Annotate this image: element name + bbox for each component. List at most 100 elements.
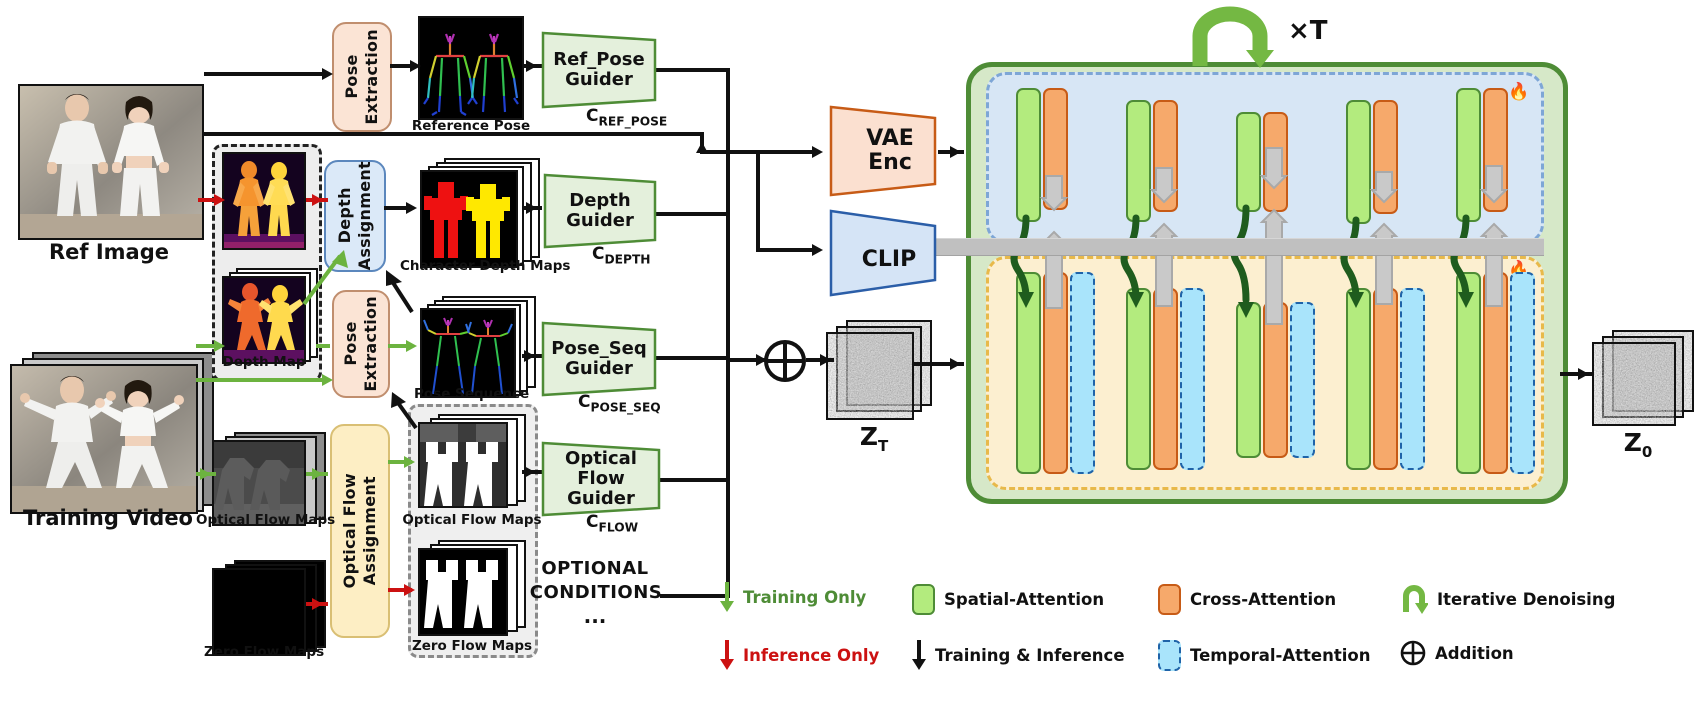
spatial-attention-block[interactable] bbox=[1236, 302, 1261, 458]
spatial-attention-block[interactable] bbox=[1456, 272, 1481, 474]
optical-flow-maps-assigned-caption: Optical Flow Maps bbox=[402, 512, 542, 528]
pose-seq-guider-line2: Guider bbox=[565, 358, 633, 379]
pose-extraction-top-label: Pose Extraction bbox=[342, 29, 381, 125]
clip-conditioning-bus bbox=[924, 238, 1544, 256]
ref-image-photo bbox=[18, 84, 204, 240]
temporal-attention-block[interactable] bbox=[1070, 272, 1095, 474]
depth-map-caption: Depth Map bbox=[222, 354, 306, 370]
spatial-attention-block[interactable] bbox=[1016, 272, 1041, 474]
temporal-attention-swatch-icon bbox=[1158, 640, 1181, 671]
arrow-head-icon bbox=[404, 456, 415, 468]
arrow-head-icon bbox=[312, 598, 323, 610]
zero-flow-maps-assigned bbox=[418, 540, 528, 640]
arrow-head-icon bbox=[1578, 368, 1589, 380]
reference-pose-image bbox=[418, 16, 524, 122]
vae-encoder[interactable]: VAE Enc ❄ bbox=[828, 104, 938, 198]
legend-label: Training & Inference bbox=[935, 645, 1125, 665]
spatial-attention-block[interactable] bbox=[1126, 288, 1151, 470]
cross-attention-block[interactable] bbox=[1483, 88, 1508, 212]
pose-seq-guider[interactable]: Pose_Seq Guider 🔥 bbox=[540, 320, 658, 398]
cross-attention-block[interactable] bbox=[1373, 100, 1398, 214]
loop-count-label: ×T bbox=[1288, 16, 1328, 46]
flame-icon: 🔥 bbox=[1508, 82, 1530, 102]
arrow-head-icon bbox=[820, 354, 831, 366]
arrow-depthvideo-to-assignment bbox=[302, 250, 348, 306]
arrow-head-icon bbox=[214, 194, 225, 206]
z-0-label: Z0 bbox=[1623, 428, 1653, 461]
legend-spatial-attention: Spatial-Attention bbox=[912, 584, 1104, 615]
cross-attention-block[interactable] bbox=[1263, 112, 1288, 212]
addition-node bbox=[762, 338, 808, 384]
optical-flow-assignment[interactable]: Optical Flow Assignment bbox=[330, 424, 390, 638]
character-depth-maps-caption: Character Depth Maps bbox=[400, 258, 571, 274]
legend-training-only: Training Only bbox=[720, 582, 866, 612]
depth-guider[interactable]: Depth Guider 🔥 bbox=[542, 172, 658, 250]
cross-attention-block[interactable] bbox=[1483, 272, 1508, 474]
cross-attention-block[interactable] bbox=[1263, 302, 1288, 458]
spatial-attention-block[interactable] bbox=[1456, 88, 1481, 222]
legend-temporal-attention: Temporal-Attention bbox=[1158, 640, 1370, 671]
z-0-latent bbox=[1592, 330, 1696, 430]
optical-flow-guider-line1: Optical Flow bbox=[565, 448, 637, 490]
optical-flow-maps-assigned bbox=[418, 414, 528, 514]
arrow-to-optional-conditions bbox=[391, 392, 418, 430]
pose-extraction-mid-label: Pose Extraction bbox=[341, 296, 380, 392]
arrow-head-icon bbox=[812, 244, 823, 256]
spatial-attention-block[interactable] bbox=[1346, 288, 1371, 470]
z-t-label: ZT bbox=[859, 422, 889, 455]
arrow-ref-to-pose-extraction bbox=[204, 72, 324, 76]
arrow-head-icon bbox=[410, 60, 421, 72]
temporal-attention-block[interactable] bbox=[1180, 288, 1205, 470]
legend-label: Spatial-Attention bbox=[944, 590, 1105, 609]
cross-attention-block[interactable] bbox=[1153, 288, 1178, 470]
spatial-attention-swatch-icon bbox=[912, 584, 935, 615]
temporal-attention-block[interactable] bbox=[1510, 272, 1535, 474]
temporal-attention-block[interactable] bbox=[1290, 302, 1315, 458]
training-video-stack bbox=[10, 352, 220, 514]
vae-encoder-line2: Enc bbox=[868, 150, 912, 175]
cross-attention-swatch-icon bbox=[1158, 584, 1181, 615]
bus-poseseq bbox=[654, 356, 730, 360]
ref-image-caption: Ref Image bbox=[48, 240, 169, 264]
condition-bus-vertical bbox=[726, 68, 730, 598]
legend-iterative-denoising: Iterative Denoising bbox=[1400, 584, 1615, 614]
cross-attention-block[interactable] bbox=[1153, 100, 1178, 212]
legend-label: Inference Only bbox=[743, 645, 880, 665]
ref-pose-guider[interactable]: Ref_Pose Guider 🔥 bbox=[540, 30, 658, 110]
refimage-to-vae-line bbox=[204, 132, 704, 136]
legend-training-and-inference: Training & Inference bbox=[912, 640, 1125, 670]
legend: Training Only Spatial-Attention Cross-At… bbox=[700, 540, 1701, 671]
arrow-head-icon bbox=[812, 146, 823, 158]
spatial-attention-block[interactable] bbox=[1346, 100, 1371, 224]
ref-pose-guider-line1: Ref_Pose bbox=[553, 49, 645, 71]
down-arrow-green-icon bbox=[720, 582, 734, 612]
arrow-video-to-poseext bbox=[196, 378, 326, 382]
arrow-head-icon bbox=[950, 358, 961, 370]
arrow-depthgroup-to-poseext bbox=[316, 344, 330, 348]
spatial-attention-block[interactable] bbox=[1126, 100, 1151, 222]
z-t-latent bbox=[826, 320, 936, 420]
optical-flow-maps-raw-caption: Optical Flow Maps bbox=[196, 512, 336, 528]
arrow-head-icon bbox=[524, 350, 535, 362]
cross-attention-block[interactable] bbox=[1043, 272, 1068, 474]
zero-flow-maps-caption: Zero Flow Maps bbox=[204, 644, 325, 660]
legend-addition: Addition bbox=[1400, 640, 1514, 666]
optical-flow-guider[interactable]: Optical Flow Guider 🔥 bbox=[540, 440, 662, 518]
cross-attention-block[interactable] bbox=[1373, 288, 1398, 470]
bus-flow bbox=[658, 478, 730, 482]
legend-label: Iterative Denoising bbox=[1437, 589, 1616, 609]
temporal-attention-block[interactable] bbox=[1400, 288, 1425, 470]
arrow-head-icon bbox=[406, 202, 417, 214]
loop-arrow-icon bbox=[1400, 584, 1429, 614]
arrow-head-icon bbox=[312, 468, 323, 480]
cross-attention-block[interactable] bbox=[1043, 88, 1068, 210]
clip-feed-vertical bbox=[756, 152, 760, 252]
spatial-attention-block[interactable] bbox=[1236, 112, 1261, 212]
arrow-head-icon bbox=[406, 340, 417, 352]
pose-extraction-top[interactable]: Pose Extraction bbox=[332, 22, 392, 132]
pose-seq-guider-line1: Pose_Seq bbox=[551, 338, 647, 360]
arrow-head-icon bbox=[214, 340, 225, 352]
clip-encoder[interactable]: CLIP ❄ bbox=[828, 208, 938, 298]
spatial-attention-block[interactable] bbox=[1016, 88, 1041, 222]
legend-cross-attention: Cross-Attention bbox=[1158, 584, 1336, 615]
